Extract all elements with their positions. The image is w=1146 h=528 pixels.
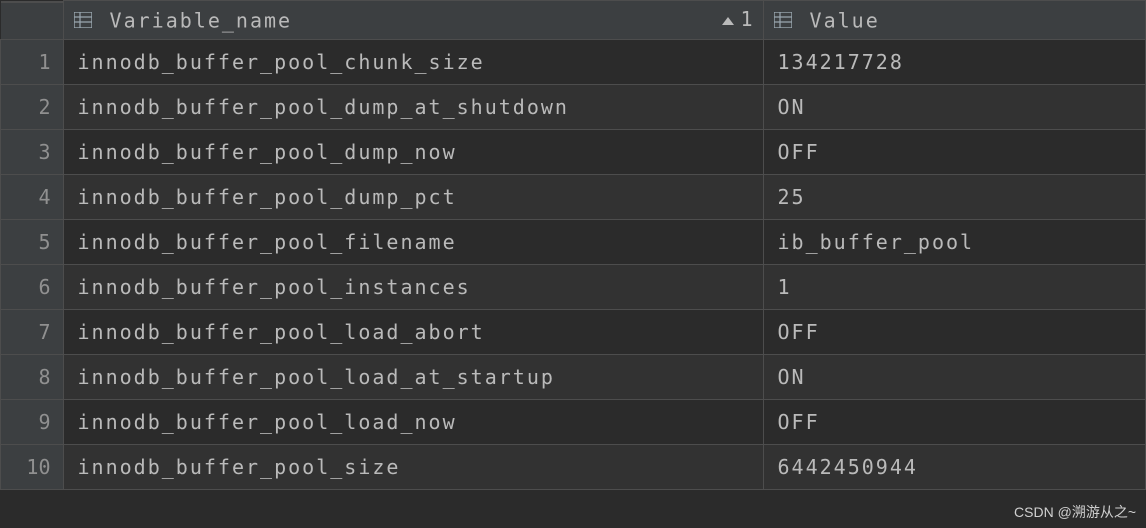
cell-variable-name[interactable]: innodb_buffer_pool_dump_pct [63,174,763,219]
table-row[interactable]: 7innodb_buffer_pool_load_abortOFF [1,309,1146,354]
row-number[interactable]: 2 [1,84,64,129]
table-row[interactable]: 1innodb_buffer_pool_chunk_size134217728 [1,39,1146,84]
cell-variable-name[interactable]: innodb_buffer_pool_instances [63,264,763,309]
cell-value[interactable]: 25 [763,174,1146,219]
row-number[interactable]: 5 [1,219,64,264]
table-row[interactable]: 5innodb_buffer_pool_filenameib_buffer_po… [1,219,1146,264]
table-row[interactable]: 3innodb_buffer_pool_dump_nowOFF [1,129,1146,174]
cell-variable-name[interactable]: innodb_buffer_pool_chunk_size [63,39,763,84]
cell-value[interactable]: ib_buffer_pool [763,219,1146,264]
table-row[interactable]: 10innodb_buffer_pool_size6442450944 [1,444,1146,489]
cell-variable-name[interactable]: innodb_buffer_pool_load_at_startup [63,354,763,399]
cell-variable-name[interactable]: innodb_buffer_pool_load_abort [63,309,763,354]
column-type-icon [74,9,92,33]
table-row[interactable]: 4innodb_buffer_pool_dump_pct25 [1,174,1146,219]
row-number[interactable]: 4 [1,174,64,219]
cell-variable-name[interactable]: innodb_buffer_pool_filename [63,219,763,264]
cell-value[interactable]: 6442450944 [763,444,1146,489]
row-number[interactable]: 10 [1,444,64,489]
cell-value[interactable]: 134217728 [763,39,1146,84]
row-number[interactable]: 1 [1,39,64,84]
cell-variable-name[interactable]: innodb_buffer_pool_dump_at_shutdown [63,84,763,129]
table-row[interactable]: 8innodb_buffer_pool_load_at_startupON [1,354,1146,399]
sort-priority: 1 [740,7,752,31]
watermark-text: CSDN @溯游从之~ [1014,502,1136,522]
column-header-label: Variable_name [110,9,293,33]
row-number[interactable]: 9 [1,399,64,444]
table-row[interactable]: 6innodb_buffer_pool_instances1 [1,264,1146,309]
column-header-label: Value [810,9,880,33]
sort-asc-icon [722,17,734,25]
row-number[interactable]: 7 [1,309,64,354]
results-table: Variable_name 1 Value 1innodb_buffer_poo… [0,0,1146,490]
row-number[interactable]: 6 [1,264,64,309]
column-header-value[interactable]: Value [763,1,1146,40]
cell-value[interactable]: OFF [763,399,1146,444]
row-number[interactable]: 3 [1,129,64,174]
header-gutter [1,1,63,3]
cell-variable-name[interactable]: innodb_buffer_pool_size [63,444,763,489]
cell-value[interactable]: OFF [763,309,1146,354]
cell-value[interactable]: ON [763,354,1146,399]
cell-variable-name[interactable]: innodb_buffer_pool_dump_now [63,129,763,174]
column-type-icon [774,9,792,33]
row-number[interactable]: 8 [1,354,64,399]
column-header-variable-name[interactable]: Variable_name 1 [63,1,763,40]
table-row[interactable]: 9innodb_buffer_pool_load_nowOFF [1,399,1146,444]
table-header-row: Variable_name 1 Value [1,1,1146,40]
cell-value[interactable]: ON [763,84,1146,129]
cell-variable-name[interactable]: innodb_buffer_pool_load_now [63,399,763,444]
sort-indicator[interactable]: 1 [722,7,752,31]
cell-value[interactable]: 1 [763,264,1146,309]
cell-value[interactable]: OFF [763,129,1146,174]
table-row[interactable]: 2innodb_buffer_pool_dump_at_shutdownON [1,84,1146,129]
